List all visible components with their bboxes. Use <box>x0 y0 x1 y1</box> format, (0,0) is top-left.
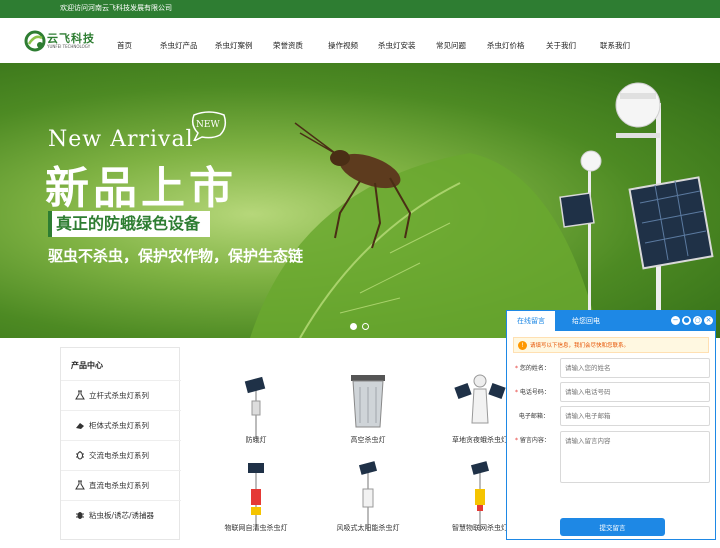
tab-callback[interactable]: 给您回电 <box>562 311 610 331</box>
nav-products[interactable]: 杀虫灯产品 <box>160 40 198 51</box>
eraser-icon <box>76 423 84 429</box>
sidebar-item-label: 交流电杀虫灯系列 <box>89 451 149 460</box>
product-card[interactable]: 物联网自清虫杀虫灯 <box>202 453 310 548</box>
sidebar-item-ac-lamp[interactable]: 交流电杀虫灯系列 <box>61 440 181 470</box>
widget-header: 在线留言 给您回电 − ● ○ × <box>507 311 715 331</box>
nav-price[interactable]: 杀虫灯价格 <box>487 40 525 51</box>
required-mark: * <box>515 389 518 396</box>
product-image <box>244 376 266 439</box>
main-navbar: 云飞科技 YUNFEI TECHNOLOGY 首页 杀虫灯产品 杀虫灯案例 荣誉… <box>0 18 720 63</box>
name-input[interactable] <box>560 358 710 378</box>
bug-icon <box>76 512 84 519</box>
sidebar-item-label: 立杆式杀虫灯系列 <box>89 391 149 400</box>
banner-tagline: 真正的防蛾绿色设备 <box>48 211 211 237</box>
nav-honors[interactable]: 荣誉资质 <box>273 40 303 51</box>
message-widget: 在线留言 给您回电 − ● ○ × ! 请填写以下信息，我们会尽快和您联系。 *… <box>506 310 716 540</box>
product-name: 防蛾灯 <box>245 436 267 444</box>
tab-online-message[interactable]: 在线留言 <box>507 311 555 331</box>
banner-title-en: New Arrival <box>48 127 194 152</box>
product-name: 风吸式太阳能杀虫灯 <box>336 524 400 532</box>
product-card[interactable]: 风吸式太阳能杀虫灯 <box>314 453 422 548</box>
product-image <box>248 463 264 531</box>
bug-icon <box>76 451 84 460</box>
email-input[interactable] <box>560 406 710 426</box>
top-welcome-bar: 欢迎访问河南云飞科技发展有限公司 <box>0 0 720 18</box>
sidebar-item-label: 柜体式杀虫灯系列 <box>89 421 149 430</box>
hero-banner[interactable]: NEW New Arrival 新品上市 真正的防蛾绿色设备 驱虫不杀虫，保护农… <box>0 63 720 338</box>
sidebar-item-cabinet-lamp[interactable]: 柜体式杀虫灯系列 <box>61 410 181 440</box>
required-mark: * <box>515 437 518 444</box>
product-card[interactable]: 防蛾灯 <box>202 361 310 456</box>
new-badge-text: NEW <box>196 120 220 130</box>
message-textarea[interactable] <box>560 431 710 483</box>
nav-contact[interactable]: 联系我们 <box>600 40 630 51</box>
info-icon: ! <box>518 341 527 350</box>
product-category-sidebar: 产品中心 立杆式杀虫灯系列 柜体式杀虫灯系列 交流电杀虫灯系列 直流电杀虫灯系列… <box>60 347 181 540</box>
carousel-dot-2[interactable] <box>362 323 369 330</box>
product-image <box>454 374 506 424</box>
sidebar-title: 产品中心 <box>71 361 103 370</box>
nav-videos[interactable]: 操作视频 <box>328 40 358 51</box>
nav-home[interactable]: 首页 <box>117 40 132 51</box>
phone-label: * 电话号码： <box>515 389 550 396</box>
sidebar-item-label: 直流电杀虫灯系列 <box>89 481 149 490</box>
name-label: * 您的姓名： <box>515 365 550 372</box>
logo-icon <box>24 30 46 52</box>
product-image <box>358 461 378 531</box>
product-image <box>351 375 385 428</box>
submit-message-button[interactable]: 提交留言 <box>560 518 665 536</box>
banner-title-cn: 新品上市 <box>45 163 237 214</box>
flask-icon <box>75 480 85 490</box>
email-label: 电子邮箱： <box>518 413 549 420</box>
nav-cases[interactable]: 杀虫灯案例 <box>215 40 253 51</box>
sidebar-item-label: 粘虫板/诱芯/诱捕器 <box>89 511 155 520</box>
product-name: 高空杀虫灯 <box>350 436 386 444</box>
nav-about[interactable]: 关于我们 <box>546 40 576 51</box>
form-notice: ! 请填写以下信息，我们会尽快和您联系。 <box>513 337 709 353</box>
maximize-icon[interactable]: ○ <box>693 316 702 325</box>
flask-icon <box>75 390 85 400</box>
required-mark: * <box>515 365 518 372</box>
product-name: 物联网自清虫杀虫灯 <box>224 524 288 532</box>
close-icon[interactable]: × <box>704 316 713 325</box>
logo-text-en: YUNFEI TECHNOLOGY <box>47 44 91 49</box>
message-label: * 留言内容： <box>515 437 550 444</box>
carousel-dot-1[interactable] <box>350 323 357 330</box>
notice-text: 请填写以下信息，我们会尽快和您联系。 <box>530 343 630 349</box>
nav-faq[interactable]: 常见问题 <box>436 40 466 51</box>
welcome-text: 欢迎访问河南云飞科技发展有限公司 <box>60 4 172 12</box>
record-icon[interactable]: ● <box>682 316 691 325</box>
sidebar-item-pole-lamp[interactable]: 立杆式杀虫灯系列 <box>61 380 181 410</box>
sidebar-item-sticky-board[interactable]: 粘虫板/诱芯/诱捕器 <box>61 500 181 530</box>
sidebar-item-dc-lamp[interactable]: 直流电杀虫灯系列 <box>61 470 181 500</box>
banner-subtitle: 驱虫不杀虫，保护农作物，保护生态链 <box>48 247 304 265</box>
nav-installation[interactable]: 杀虫灯安装 <box>378 40 416 51</box>
product-grid: 防蛾灯 高空杀虫灯 草地贪夜蛾杀虫灯 物联网自清虫杀虫灯 风吸式太阳能杀虫灯 智… <box>182 347 512 540</box>
product-card[interactable]: 高空杀虫灯 <box>314 361 422 456</box>
phone-input[interactable] <box>560 382 710 402</box>
site-logo[interactable]: 云飞科技 YUNFEI TECHNOLOGY <box>24 28 98 54</box>
minimize-icon[interactable]: − <box>671 316 680 325</box>
product-image <box>470 461 490 531</box>
